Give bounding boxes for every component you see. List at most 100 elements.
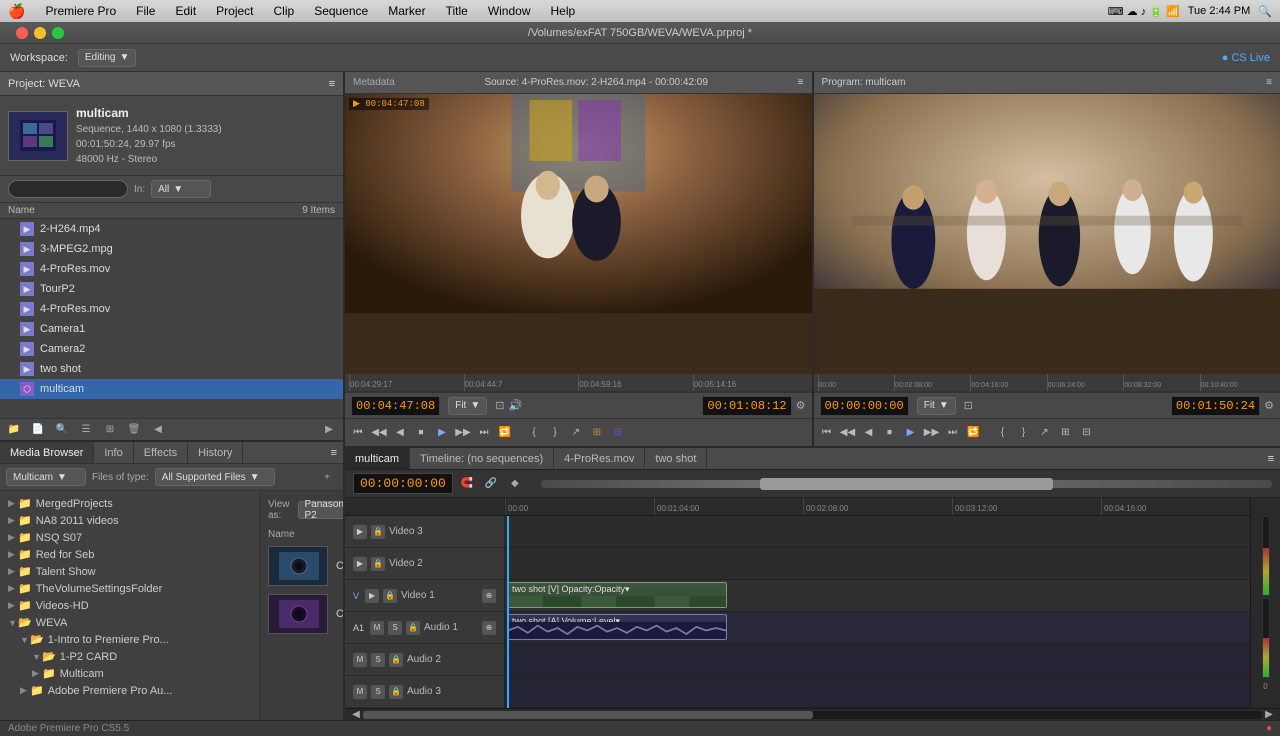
sequence-menu[interactable]: Sequence bbox=[310, 4, 372, 18]
find-button[interactable]: 🔍 bbox=[52, 422, 72, 438]
source-timecode-out[interactable]: 00:01:08:12 bbox=[702, 396, 791, 416]
source-go-start[interactable]: ⏮ bbox=[349, 424, 367, 442]
timeline-timecode[interactable]: 00:00:00:00 bbox=[353, 473, 453, 494]
back-button[interactable]: ◀ bbox=[148, 422, 168, 438]
horizontal-scrollbar[interactable] bbox=[363, 711, 1262, 719]
add-to-project-button[interactable]: + bbox=[317, 469, 337, 485]
a3-mute[interactable]: M bbox=[353, 685, 367, 699]
track-row-v1[interactable]: two shot [V] Opacity:Opacity▾ bbox=[505, 580, 1250, 612]
v1-toggle[interactable]: ▶ bbox=[365, 589, 379, 603]
a1-lock[interactable]: 🔒 bbox=[406, 621, 420, 635]
program-timecode-dur[interactable]: 00:01:50:24 bbox=[1171, 396, 1260, 416]
folder-p2-card[interactable]: ▼ 📂 1-P2 CARD bbox=[0, 648, 259, 665]
v3-lock[interactable]: 🔒 bbox=[371, 525, 385, 539]
track-row-a3[interactable] bbox=[505, 676, 1250, 708]
folder-tree[interactable]: ▶ 📁 MergedProjects ▶ 📁 NA8 2011 videos ▶… bbox=[0, 491, 260, 720]
folder-red[interactable]: ▶ 📁 Red for Seb bbox=[0, 546, 259, 563]
new-item-button[interactable]: 📄 bbox=[28, 422, 48, 438]
v2-toggle[interactable]: ▶ bbox=[353, 557, 367, 571]
track-row-v2[interactable] bbox=[505, 548, 1250, 580]
timeline-tab-multicam[interactable]: multicam bbox=[345, 448, 410, 469]
program-time-ruler[interactable]: 00:00 00:02:08:00 00:04:16:00 00:06:24:0… bbox=[814, 374, 1280, 392]
v1-sync[interactable]: ⊕ bbox=[482, 589, 496, 603]
source-mark-out[interactable]: } bbox=[546, 424, 564, 442]
app-menu[interactable]: Premiere Pro bbox=[41, 4, 120, 18]
source-insert[interactable]: ⊞ bbox=[588, 424, 606, 442]
a1-mute[interactable]: M bbox=[370, 621, 384, 635]
source-extract[interactable]: ↗ bbox=[567, 424, 585, 442]
source-loop[interactable]: 🔁 bbox=[496, 424, 514, 442]
tab-effects[interactable]: Effects bbox=[134, 442, 188, 463]
prog-lift[interactable]: ↗ bbox=[1036, 424, 1054, 442]
track-row-a2[interactable] bbox=[505, 644, 1250, 676]
source-output-icon[interactable]: 🔊 bbox=[508, 399, 522, 412]
marker-menu[interactable]: Marker bbox=[384, 4, 429, 18]
in-dropdown[interactable]: All▼ bbox=[151, 180, 211, 198]
maximize-button[interactable] bbox=[52, 27, 64, 39]
file-item-8[interactable]: ⬡ multicam bbox=[0, 379, 343, 399]
clip-menu[interactable]: Clip bbox=[270, 4, 299, 18]
source-settings-icon[interactable]: ⚙ bbox=[796, 399, 806, 412]
prog-go-start[interactable]: ⏮ bbox=[818, 424, 836, 442]
source-timecode-in[interactable]: 00:04:47:08 bbox=[351, 396, 440, 416]
source-safe-icon[interactable]: ⊡ bbox=[495, 399, 504, 412]
timeline-tab-empty[interactable]: Timeline: (no sequences) bbox=[410, 448, 554, 469]
prog-step-fwd[interactable]: ▶▶ bbox=[923, 424, 941, 442]
source-menu[interactable]: ≡ bbox=[798, 77, 804, 88]
project-file-list[interactable]: ▶ 2-H264.mp4 ▶ 3-MPEG2.mpg ▶ 4-ProRes.mo… bbox=[0, 219, 343, 418]
minimize-button[interactable] bbox=[34, 27, 46, 39]
view-as-dropdown[interactable]: Panasonic P2▼ bbox=[298, 501, 344, 519]
timeline-tab-twoshot[interactable]: two shot bbox=[645, 448, 707, 469]
folder-nsq[interactable]: ▶ 📁 NSQ S07 bbox=[0, 529, 259, 546]
program-safe-icon[interactable]: ⊡ bbox=[964, 399, 973, 412]
timeline-link-button[interactable]: 🔗 bbox=[481, 476, 501, 492]
panel-menu-icon[interactable]: ≡ bbox=[329, 78, 335, 90]
source-time-ruler[interactable]: 00:04:29:17 00:04:44:7 00:04:59:16 00:05… bbox=[345, 374, 812, 392]
track-content-area[interactable]: 00:00 00:01:04:00 00:02:08:00 00:03:12:0… bbox=[505, 498, 1250, 708]
source-step-back[interactable]: ◀◀ bbox=[370, 424, 388, 442]
file-item-3[interactable]: ▶ TourP2 bbox=[0, 279, 343, 299]
list-view-button[interactable]: ☰ bbox=[76, 422, 96, 438]
thumb-camera2[interactable]: Camera2 bbox=[268, 594, 335, 634]
prog-go-end[interactable]: ⏭ bbox=[944, 424, 962, 442]
scroll-left-button[interactable]: ◀ bbox=[349, 707, 363, 723]
scroll-right-button[interactable]: ▶ bbox=[1262, 707, 1276, 723]
track-row-a1[interactable]: two shot [A] Volume:Level▾ bbox=[505, 612, 1250, 644]
clip-two-shot-v[interactable]: two shot [V] Opacity:Opacity▾ bbox=[507, 582, 727, 608]
folder-talent-show[interactable]: ▶ 📁 Talent Show bbox=[0, 563, 259, 580]
file-item-2[interactable]: ▶ 4-ProRes.mov bbox=[0, 259, 343, 279]
thumb-camera1[interactable]: Camera1 bbox=[268, 546, 335, 586]
program-timecode[interactable]: 00:00:00:00 bbox=[820, 396, 909, 416]
file-item-5[interactable]: ▶ Camera1 bbox=[0, 319, 343, 339]
a1-solo[interactable]: S bbox=[388, 621, 402, 635]
file-item-7[interactable]: ▶ two shot bbox=[0, 359, 343, 379]
timeline-tab-prores[interactable]: 4-ProRes.mov bbox=[554, 448, 645, 469]
source-overwrite[interactable]: ⊟ bbox=[609, 424, 627, 442]
prog-multicam[interactable]: ⊟ bbox=[1078, 424, 1096, 442]
file-item-0[interactable]: ▶ 2-H264.mp4 bbox=[0, 219, 343, 239]
workspace-dropdown[interactable]: Editing ▼ bbox=[78, 49, 136, 67]
prog-extract[interactable]: ⊞ bbox=[1057, 424, 1075, 442]
v3-toggle[interactable]: ▶ bbox=[353, 525, 367, 539]
help-menu[interactable]: Help bbox=[547, 4, 580, 18]
prog-stop[interactable]: ⏹ bbox=[881, 424, 899, 442]
files-of-type-dropdown[interactable]: All Supported Files▼ bbox=[155, 468, 275, 486]
file-item-4[interactable]: ▶ 4-ProRes.mov bbox=[0, 299, 343, 319]
scroll-right-button[interactable]: ▶ bbox=[319, 422, 339, 438]
folder-videos-hd[interactable]: ▶ 📁 Videos-HD bbox=[0, 597, 259, 614]
search-input[interactable] bbox=[8, 180, 128, 198]
source-stop[interactable]: ⏹ bbox=[412, 424, 430, 442]
v2-lock[interactable]: 🔒 bbox=[371, 557, 385, 571]
prog-play[interactable]: ▶ bbox=[902, 424, 920, 442]
new-bin-button[interactable]: 📁 bbox=[4, 422, 24, 438]
folder-volume-settings[interactable]: ▶ 📁 TheVolumeSettingsFolder bbox=[0, 580, 259, 597]
a2-solo[interactable]: S bbox=[371, 653, 385, 667]
delete-button[interactable]: 🗑 bbox=[124, 422, 144, 438]
folder-weva[interactable]: ▼ 📂 WEVA bbox=[0, 614, 259, 631]
a2-lock[interactable]: 🔒 bbox=[389, 653, 403, 667]
timeline-zoom-bar[interactable] bbox=[541, 480, 1272, 488]
program-fit-dropdown[interactable]: Fit▼ bbox=[917, 397, 956, 415]
icon-view-button[interactable]: ⊞ bbox=[100, 422, 120, 438]
a3-solo[interactable]: S bbox=[371, 685, 385, 699]
timeline-ruler[interactable]: 00:00 00:01:04:00 00:02:08:00 00:03:12:0… bbox=[505, 498, 1250, 516]
